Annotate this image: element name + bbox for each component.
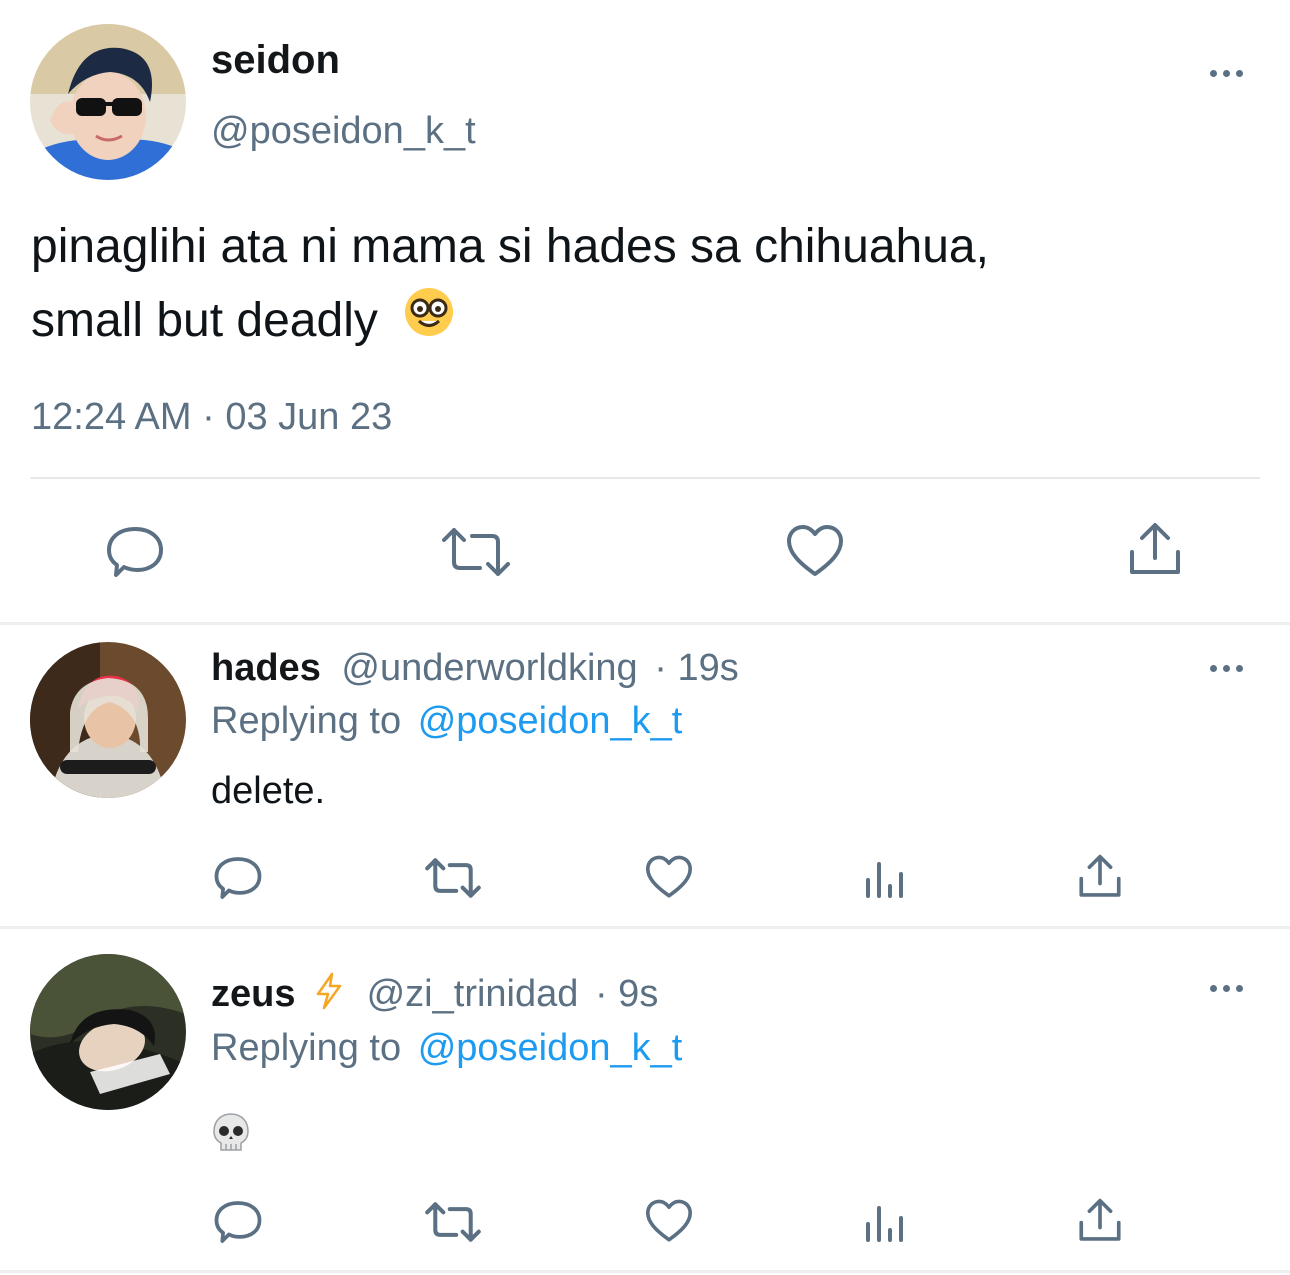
timestamp[interactable]: 12:24 AM · 03 Jun 23 [31,396,392,439]
reply-header: hades @underworldking · 19s [211,647,739,690]
like-icon[interactable] [786,524,844,578]
handle[interactable]: @poseidon_k_t [211,110,476,153]
tweet-text-line-1: pinaglihi ata ni mama si hades sa chihua… [31,220,989,273]
more-options-icon[interactable] [1210,665,1243,672]
like-icon[interactable] [645,1199,693,1243]
reply-header: zeus @zi_trinidad · 9s [211,972,658,1020]
display-name[interactable]: zeus [211,973,295,1015]
reply-time[interactable]: · 9s [595,973,658,1015]
reply-icon[interactable] [214,1200,262,1244]
reply-text: delete. [211,770,326,812]
tweet-text-line-2: small but deadly [31,284,989,360]
analytics-icon[interactable] [864,1200,906,1244]
divider [0,622,1290,625]
share-icon[interactable] [1128,522,1182,578]
mention-link[interactable]: @poseidon_k_t [418,700,683,742]
tweet-text-line-2-text: small but deadly [31,294,378,347]
replying-label: Replying to [211,1027,402,1069]
handle[interactable]: @underworldking [341,647,637,689]
reply-icon[interactable] [214,856,262,900]
divider [0,926,1290,929]
replying-label: Replying to [211,700,402,742]
analytics-icon[interactable] [864,856,906,900]
like-icon[interactable] [645,855,693,899]
reply-time[interactable]: · 19s [654,647,738,689]
display-name[interactable]: seidon [211,38,340,83]
more-options-icon[interactable] [1210,70,1243,77]
nerd-face-emoji [403,286,455,360]
avatar[interactable] [30,642,186,798]
retweet-icon[interactable] [424,858,482,898]
display-name[interactable]: hades [211,647,321,689]
replying-to: Replying to @poseidon_k_t [211,1027,682,1070]
mention-link[interactable]: @poseidon_k_t [418,1027,683,1069]
retweet-icon[interactable] [440,528,512,576]
share-icon[interactable] [1078,854,1122,900]
divider [0,1270,1290,1273]
reply-icon[interactable] [106,526,164,578]
divider [30,477,1260,479]
replying-to: Replying to @poseidon_k_t [211,700,682,743]
handle[interactable]: @zi_trinidad [367,973,579,1015]
share-icon[interactable] [1078,1198,1122,1244]
tweet-text: pinaglihi ata ni mama si hades sa chihua… [31,210,989,360]
more-options-icon[interactable] [1210,985,1243,992]
skull-emoji [212,1112,250,1159]
avatar[interactable] [30,954,186,1110]
avatar[interactable] [30,24,186,180]
lightning-emoji [312,972,346,1020]
retweet-icon[interactable] [424,1202,482,1242]
